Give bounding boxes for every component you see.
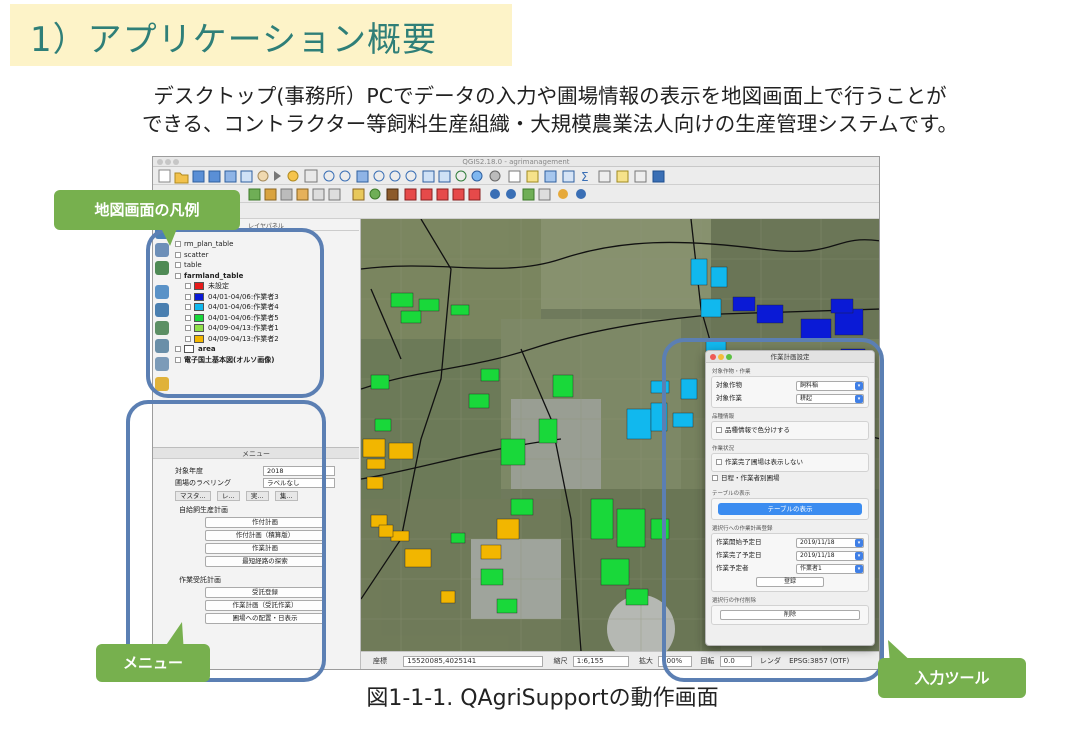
callout-pointers xyxy=(160,226,914,664)
figure-caption: 図1-1-1. QAgriSupportの動作画面 xyxy=(366,686,719,711)
legend-callout: 地図画面の凡例 xyxy=(54,190,240,230)
menu-callout: メニュー xyxy=(96,644,210,682)
